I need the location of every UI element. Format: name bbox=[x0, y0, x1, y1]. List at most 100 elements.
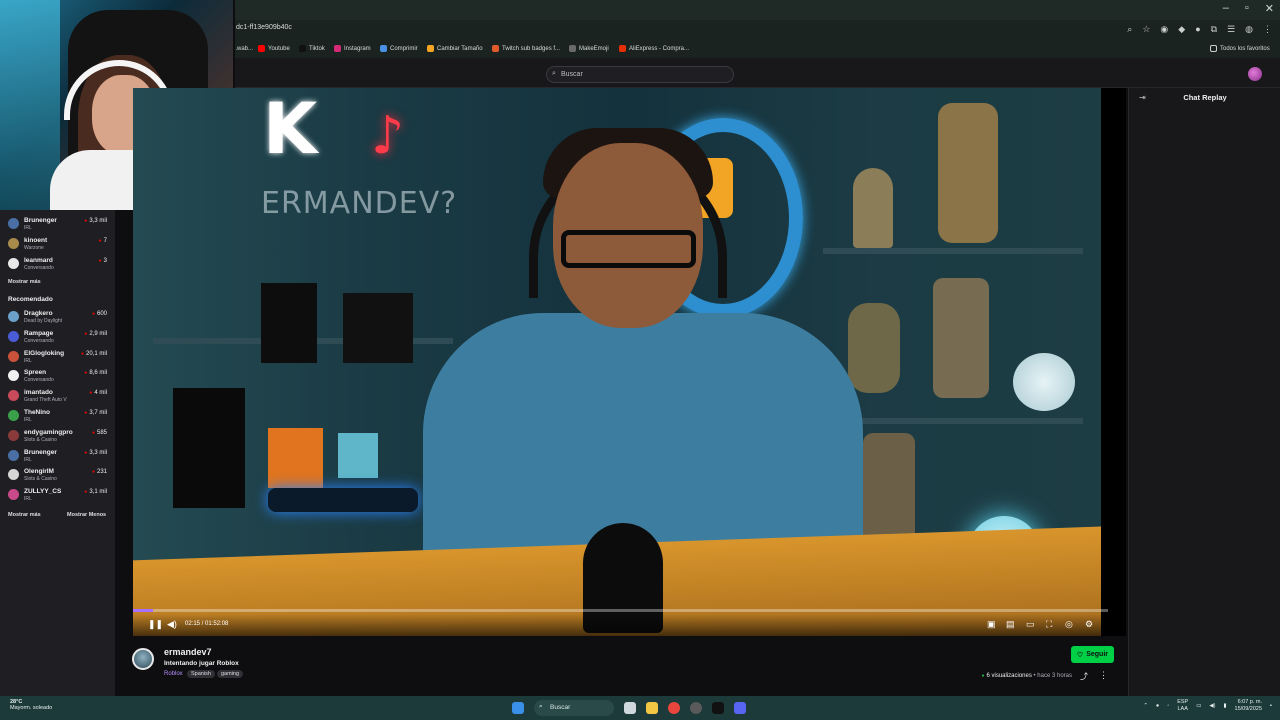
sidebar-channel[interactable]: leanmardConversando 3 bbox=[8, 255, 113, 273]
more-options-icon[interactable]: ⋮ bbox=[1099, 670, 1108, 681]
bookmark-item[interactable]: Instagram bbox=[334, 45, 371, 52]
windows-start-icon[interactable] bbox=[512, 702, 524, 714]
volume-icon[interactable]: ◀) bbox=[1209, 703, 1215, 709]
taskbar-search[interactable]: ⌕ Buscar bbox=[534, 700, 614, 716]
sidebar-channel[interactable]: imantadoGrand Theft Auto V 4 mil bbox=[8, 387, 113, 405]
chrome-icon[interactable] bbox=[668, 702, 680, 714]
video-player[interactable]: K ♪ ERMANDEV? bbox=[133, 88, 1126, 636]
file-explorer-icon[interactable] bbox=[646, 702, 658, 714]
tag-spanish[interactable]: Spanish bbox=[187, 670, 215, 678]
player-controls: ❚❚ ◀) 02:15 / 01:52:08 ▣ ▤ ▭ ⛶ ◎ ⚙ bbox=[133, 614, 1126, 636]
channel-game: IRL bbox=[24, 496, 32, 503]
location-icon[interactable]: ◦ bbox=[1167, 703, 1169, 709]
fullscreen-icon[interactable]: ⛶ bbox=[1046, 619, 1052, 630]
window-controls: – ▫ ✕ bbox=[1223, 2, 1274, 15]
miniplayer-icon[interactable]: ▭ bbox=[1026, 619, 1035, 630]
sidebar-channel[interactable]: TheNinoIRL 3,7 mil bbox=[8, 407, 113, 425]
menu-icon[interactable]: ⋮ bbox=[1263, 24, 1272, 35]
channel-game: IRL bbox=[24, 357, 32, 364]
sidebar-channel[interactable]: OlengirlMSlots & Casino 231 bbox=[8, 466, 113, 484]
bookmark-item[interactable]: Tiktok bbox=[299, 45, 325, 52]
chevron-up-icon[interactable]: ⌃ bbox=[1143, 703, 1148, 709]
video-meta: 6 visualizaciones • hace 3 horas bbox=[981, 673, 1072, 679]
bookmark-item[interactable]: AliExpress - Compra... bbox=[619, 45, 689, 52]
close-icon[interactable]: ✕ bbox=[1265, 2, 1274, 15]
settings-gear-icon[interactable]: ⚙ bbox=[1085, 619, 1093, 630]
bookmark-item[interactable]: Cambiar Tamaño bbox=[427, 45, 483, 52]
extension-icon[interactable]: ◆ bbox=[1178, 24, 1185, 35]
sidebar-channel[interactable]: BrunengerIRL 3,3 mil bbox=[8, 215, 113, 233]
all-favorites[interactable]: Todos los favoritos bbox=[1210, 45, 1270, 52]
bookmark-item[interactable]: MakeEmoji bbox=[569, 45, 609, 52]
sidebar-channel[interactable]: kinoentWarzone 7 bbox=[8, 235, 113, 253]
channel-name: Spreen bbox=[24, 369, 47, 377]
extension-icon[interactable]: ◉ bbox=[1160, 24, 1168, 35]
sidebar-channel[interactable]: SpreenConversando 8,6 mil bbox=[8, 367, 113, 385]
theatre-icon[interactable]: ▤ bbox=[1006, 619, 1015, 630]
pause-icon[interactable]: ❚❚ bbox=[148, 619, 163, 630]
viewer-count: 3 bbox=[99, 258, 107, 264]
profile-icon[interactable]: ◍ bbox=[1245, 24, 1253, 35]
weather-widget[interactable]: 28°C Mayorm. soleado bbox=[10, 699, 52, 711]
channel-game: Slots & Casino bbox=[24, 436, 57, 443]
bookmark-item[interactable]: Twitch sub badges f... bbox=[492, 45, 560, 52]
sidebar-channel[interactable]: ZULLYY_CSIRL 3,1 mil bbox=[8, 486, 113, 504]
recommended-title: Recomendado bbox=[8, 296, 53, 303]
star-icon[interactable]: ☆ bbox=[1142, 24, 1150, 35]
language-indicator[interactable]: ESP LAA bbox=[1177, 699, 1188, 713]
stream-title: Intentando jugar Roblox bbox=[164, 660, 239, 667]
show-more-button[interactable]: Mostrar más bbox=[8, 512, 41, 518]
mic-icon[interactable]: ● bbox=[1156, 703, 1159, 709]
sidebar-channel[interactable]: DragkeroDead by Daylight 600 bbox=[8, 308, 113, 326]
url-text[interactable]: dc1-ff13e909b40c bbox=[236, 24, 292, 31]
minimize-icon[interactable]: – bbox=[1223, 2, 1229, 15]
bookmark-item[interactable]: Youtube bbox=[258, 45, 290, 52]
share-icon[interactable]: ⤴ bbox=[1080, 671, 1088, 682]
bookmark-label: Instagram bbox=[344, 45, 371, 52]
sidebar-channel[interactable]: endygamingproSlots & Casino 585 bbox=[8, 427, 113, 445]
heart-icon: ♡ bbox=[1076, 651, 1084, 659]
bookmark-item[interactable]: Comprimir bbox=[380, 45, 418, 52]
volume-icon[interactable]: ◀) bbox=[167, 619, 177, 630]
viewer-count: 7 bbox=[99, 238, 107, 244]
tabs-icon[interactable]: ☰ bbox=[1227, 24, 1235, 35]
task-view-icon[interactable] bbox=[624, 702, 636, 714]
progress-fill bbox=[133, 609, 153, 612]
chat-replay-panel: ⇥ Chat Replay bbox=[1128, 88, 1280, 696]
viewer-count: 3,3 mil bbox=[84, 218, 107, 224]
extension-icon[interactable]: ● bbox=[1195, 24, 1200, 35]
battery-icon[interactable]: ▮ bbox=[1223, 703, 1226, 709]
notification-icon[interactable]: ▪ bbox=[1270, 703, 1272, 709]
channel-avatar[interactable] bbox=[132, 648, 154, 670]
user-avatar[interactable] bbox=[1248, 67, 1262, 81]
channel-name[interactable]: ermandev7 bbox=[164, 647, 212, 657]
channel-avatar bbox=[8, 258, 19, 269]
time-ago: hace 3 horas bbox=[1037, 673, 1072, 679]
obs-icon[interactable] bbox=[690, 702, 702, 714]
channel-name: TheNino bbox=[24, 409, 50, 416]
category-link[interactable]: Roblox bbox=[164, 671, 183, 677]
discord-icon[interactable] bbox=[734, 702, 746, 714]
tag-gaming[interactable]: gaming bbox=[217, 670, 244, 678]
show-less-button[interactable]: Mostrar Menos bbox=[67, 512, 106, 518]
sidebar-channel[interactable]: ElGloglokingIRL 20,1 mil bbox=[8, 348, 113, 366]
follow-label: Seguir bbox=[1086, 651, 1108, 658]
video-progress-bar[interactable] bbox=[133, 609, 1108, 612]
tiktok-icon[interactable] bbox=[712, 702, 724, 714]
bookmark-label: Tiktok bbox=[309, 45, 325, 52]
zoom-icon[interactable]: ⌕ bbox=[1127, 24, 1132, 35]
sidebar-channel[interactable]: BrunengerIRL 3,3 mil bbox=[8, 447, 113, 465]
channel-avatar bbox=[8, 330, 19, 342]
channel-name: ZULLYY_CS bbox=[24, 488, 62, 496]
show-more-button[interactable]: Mostrar más bbox=[8, 279, 41, 285]
follow-button[interactable]: ♡ Seguir bbox=[1070, 646, 1114, 663]
clip-icon[interactable]: ▣ bbox=[987, 619, 996, 630]
maximize-icon[interactable]: ▫ bbox=[1245, 2, 1249, 15]
sidebar-channel[interactable]: RampageConversando 2,9 mil bbox=[8, 328, 113, 346]
extension-icon[interactable]: ◎ bbox=[1065, 619, 1073, 630]
bookmark-label: Comprimir bbox=[390, 45, 418, 52]
search-input[interactable]: ⌕ Buscar bbox=[546, 66, 734, 83]
clock[interactable]: 6:07 p. m. 15/09/2025 bbox=[1235, 699, 1263, 713]
puzzle-icon[interactable]: ⧉ bbox=[1211, 24, 1217, 35]
network-icon[interactable]: ▭ bbox=[1196, 703, 1201, 709]
